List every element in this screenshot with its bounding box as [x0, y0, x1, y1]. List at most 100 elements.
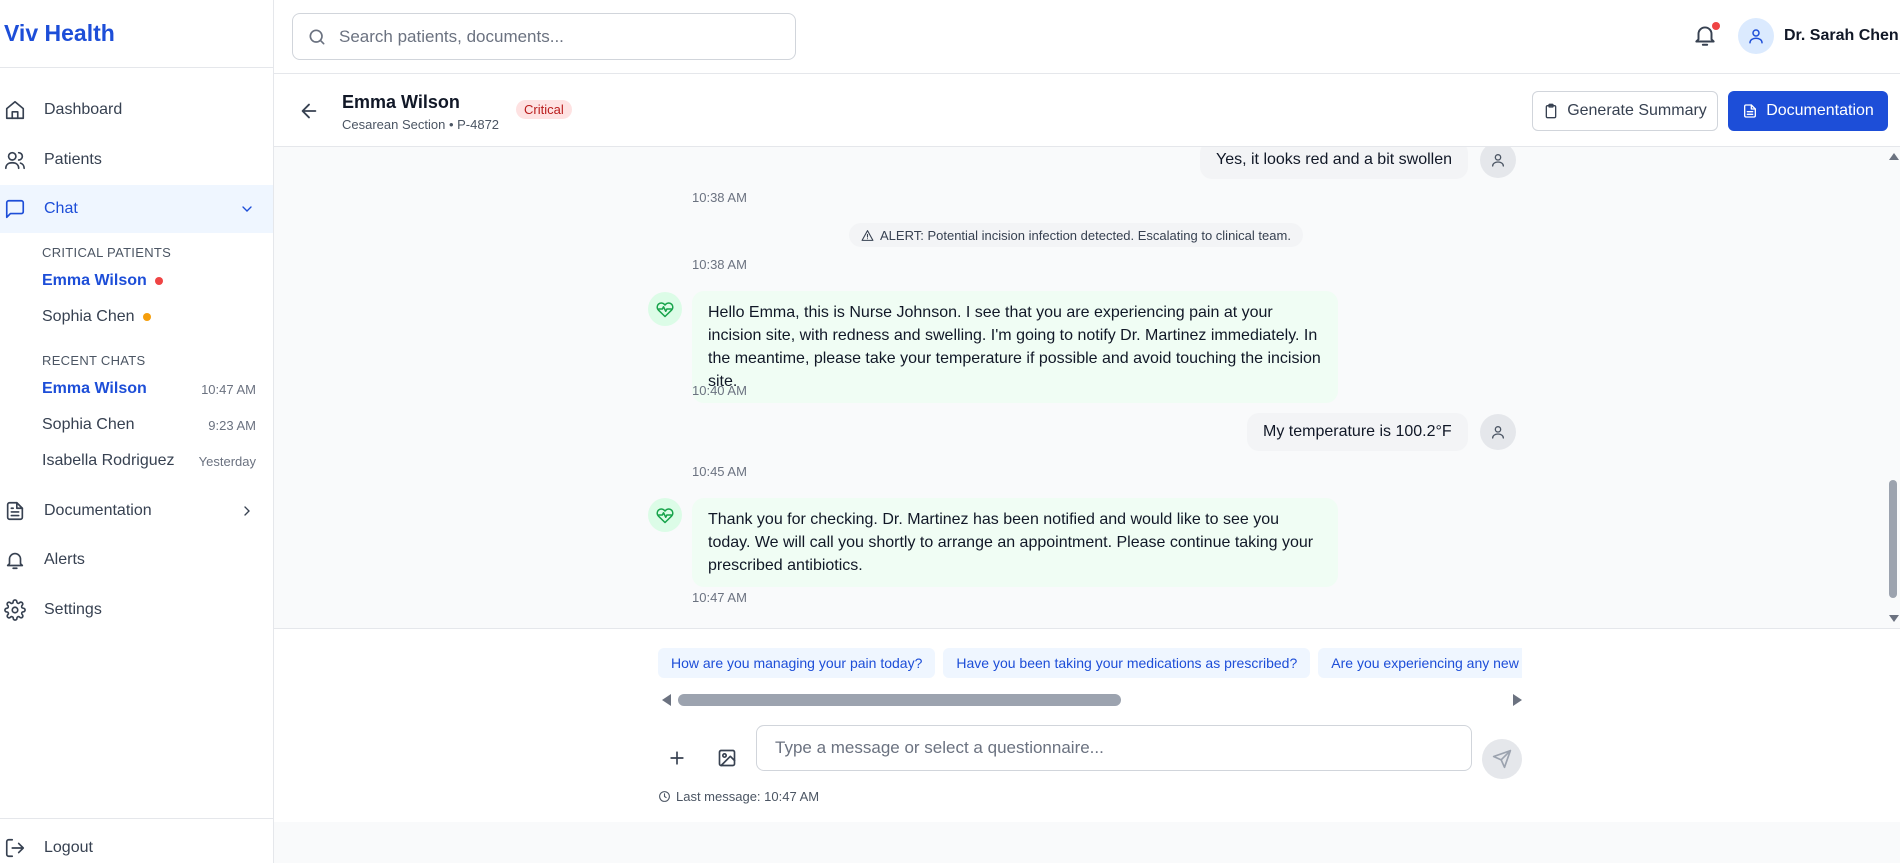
brand-logo[interactable]: Viv Health: [4, 20, 115, 47]
patient-avatar: [1479, 414, 1516, 450]
documentation-button[interactable]: Documentation: [1728, 91, 1888, 131]
patient-header: Emma Wilson Cesarean Section • P-4872 Cr…: [274, 74, 1900, 147]
generate-summary-label: Generate Summary: [1567, 102, 1707, 119]
recent-chat-item[interactable]: Emma Wilson 10:47 AM: [42, 376, 256, 402]
recent-chats-heading: RECENT CHATS: [42, 353, 146, 368]
add-image-button[interactable]: [710, 741, 744, 775]
patient-name: Isabella Rodriguez: [42, 452, 175, 469]
message-timestamp: 10:47 AM: [692, 590, 747, 605]
nurse-message: Thank you for checking. Dr. Martinez has…: [692, 498, 1338, 587]
horizontal-scrollbar[interactable]: [662, 691, 1522, 707]
top-bar: Dr. Sarah Chen: [274, 0, 1900, 74]
question-chip[interactable]: Are you experiencing any new symptoms?: [1318, 648, 1522, 678]
nav-alerts[interactable]: Alerts: [0, 536, 273, 584]
message-input[interactable]: [756, 725, 1472, 771]
status-badge: Critical: [516, 100, 572, 119]
question-chip[interactable]: Have you been taking your medications as…: [943, 648, 1311, 678]
chat-time: 9:23 AM: [208, 417, 256, 433]
critical-status-dot: [154, 277, 163, 285]
critical-patient-item[interactable]: Sophia Chen: [42, 304, 256, 330]
scrollbar-thumb[interactable]: [1889, 480, 1897, 598]
add-attachment-button[interactable]: [660, 741, 694, 775]
avatar: [1738, 18, 1774, 54]
warning-status-dot: [142, 313, 151, 321]
nav-dashboard[interactable]: Dashboard: [0, 86, 273, 134]
scroll-right-arrow-icon[interactable]: [1513, 694, 1522, 706]
back-arrow-icon[interactable]: [298, 100, 320, 122]
notification-dot: [1712, 22, 1720, 30]
message-timestamp: 10:38 AM: [692, 190, 747, 205]
last-message-text: Last message: 10:47 AM: [676, 789, 820, 804]
send-button[interactable]: [1482, 739, 1522, 779]
nav-settings[interactable]: Settings: [0, 586, 273, 634]
patient-name: Emma Wilson: [342, 92, 460, 112]
patient-name: Emma Wilson: [42, 272, 147, 289]
bell-icon: [6, 552, 24, 570]
nav-label: Chat: [44, 200, 78, 217]
scroll-left-arrow-icon[interactable]: [662, 694, 671, 706]
nurse-message: Hello Emma, this is Nurse Johnson. I see…: [692, 291, 1338, 403]
scrollbar-thumb[interactable]: [678, 694, 1121, 706]
clipboard-icon: [1545, 103, 1557, 119]
chat-messages: Yes, it looks red and a bit swollen 10:3…: [274, 147, 1900, 628]
patient-name: Emma Wilson: [42, 380, 147, 397]
critical-patient-item[interactable]: Emma Wilson: [42, 268, 256, 294]
chat-time: Yesterday: [198, 453, 256, 469]
logout-button[interactable]: Logout: [0, 824, 273, 863]
app-root: Viv Health Dashboard Patients Chat CRITI…: [0, 0, 1900, 863]
logout-icon: [5, 838, 25, 858]
patient-subtitle: Cesarean Section • P-4872: [342, 117, 500, 132]
users-icon: [5, 151, 25, 170]
nurse-avatar: [648, 292, 682, 326]
nav-documentation[interactable]: Documentation: [0, 487, 273, 535]
documentation-label: Documentation: [1766, 102, 1874, 119]
home-icon: [5, 100, 25, 120]
sidebar: Viv Health Dashboard Patients Chat CRITI…: [0, 0, 274, 863]
heart-pulse-icon: [656, 508, 674, 524]
scroll-up-arrow-icon[interactable]: [1889, 153, 1899, 160]
message-timestamp: 10:40 AM: [692, 383, 747, 398]
chat-time: 10:47 AM: [201, 381, 256, 397]
message-bubble: My temperature is 100.2°F: [1247, 413, 1468, 451]
questionnaire-suggestions: How are you managing your pain today? Hav…: [658, 648, 1522, 678]
message-square-icon: [5, 199, 25, 219]
search-input[interactable]: [339, 22, 779, 52]
chevron-down-icon[interactable]: [239, 201, 255, 217]
nurse-avatar: [648, 498, 682, 532]
notifications-button[interactable]: [1692, 22, 1720, 50]
image-icon: [718, 749, 736, 767]
patient-avatar: [1480, 147, 1516, 178]
recent-chat-item[interactable]: Sophia Chen 9:23 AM: [42, 412, 256, 438]
patient-name: Sophia Chen: [42, 308, 135, 325]
scroll-down-arrow-icon[interactable]: [1889, 615, 1899, 622]
warning-triangle-icon: [861, 229, 874, 241]
divider: [0, 818, 273, 819]
alert-text: ALERT: Potential incision infection dete…: [880, 227, 1291, 243]
heart-pulse-icon: [656, 302, 674, 318]
nav-label: Dashboard: [44, 101, 123, 118]
vertical-scrollbar[interactable]: [1886, 147, 1900, 628]
chevron-right-icon[interactable]: [239, 503, 255, 519]
file-text-icon: [1744, 104, 1757, 118]
message-timestamp: 10:38 AM: [692, 257, 747, 272]
user-icon: [1492, 154, 1504, 167]
nav-patients[interactable]: Patients: [0, 136, 273, 184]
last-message-info: Last message: 10:47 AM: [658, 789, 819, 804]
message-timestamp: 10:45 AM: [692, 464, 747, 479]
patient-message: Yes, it looks red and a bit swollen: [1200, 147, 1516, 179]
plus-icon: [670, 751, 684, 765]
logout-label: Logout: [44, 839, 93, 856]
nav-label: Alerts: [44, 551, 85, 568]
search-icon: [309, 29, 325, 45]
generate-summary-button[interactable]: Generate Summary: [1532, 91, 1718, 131]
user-icon: [1749, 29, 1763, 44]
search-box: [292, 13, 796, 60]
recent-chat-item[interactable]: Isabella Rodriguez Yesterday: [42, 448, 256, 474]
question-chip[interactable]: How are you managing your pain today?: [658, 648, 936, 678]
nav-chat[interactable]: Chat: [0, 185, 273, 233]
nav-label: Settings: [44, 601, 102, 618]
send-icon: [1492, 749, 1512, 769]
alert-notice: ALERT: Potential incision infection dete…: [849, 223, 1303, 247]
user-menu[interactable]: Dr. Sarah Chen: [1738, 18, 1899, 54]
user-icon: [1491, 426, 1504, 439]
